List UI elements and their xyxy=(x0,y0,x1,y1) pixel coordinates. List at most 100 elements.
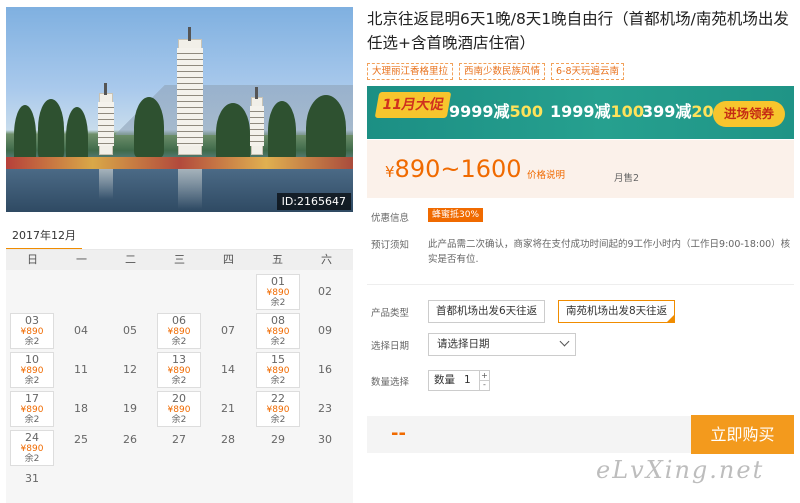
divider xyxy=(367,284,794,285)
day-price: ¥890 xyxy=(20,327,44,337)
deal-amount: 500 xyxy=(509,102,543,121)
calendar-day: 02 xyxy=(303,274,347,310)
get-coupon-button[interactable]: 进场领券 xyxy=(713,101,785,127)
calendar-day[interactable]: 01 ¥890 余2 xyxy=(256,274,300,310)
day-number: 30 xyxy=(318,433,332,446)
quantity-stepper[interactable]: 数量 1 + - xyxy=(428,370,490,391)
weekday-label: 日 xyxy=(27,253,38,266)
day-number: 28 xyxy=(221,433,235,446)
day-number: 08 xyxy=(271,314,285,327)
calendar-day[interactable]: 15 ¥890 余2 xyxy=(256,352,300,388)
promo-deal: 9999减500 xyxy=(449,100,543,124)
photo-flower-shore xyxy=(6,157,353,169)
deal-threshold: 399减 xyxy=(642,102,692,121)
promo-deal: 1999减100 xyxy=(550,100,644,124)
calendar-day: 29 xyxy=(256,422,300,458)
photo-reflection xyxy=(178,169,202,209)
promo-banner[interactable]: 11月大促 9999减500 1999减100 399减20 进场领券 xyxy=(367,86,794,139)
discount-label: 优惠信息 xyxy=(371,213,410,224)
day-number: 22 xyxy=(271,392,285,405)
photo-spire xyxy=(255,87,258,99)
product-title: 北京往返昆明6天1晚/8天1晚自由行（首都机场/南苑机场出发任选+含首晚酒店住宿… xyxy=(367,10,789,52)
buy-now-button[interactable]: 立即购买 xyxy=(691,415,794,454)
calendar-day[interactable]: 13 ¥890 余2 xyxy=(157,352,201,388)
calendar-day[interactable]: 10 ¥890 余2 xyxy=(10,352,54,388)
day-number: 05 xyxy=(123,324,137,337)
day-remaining: 余2 xyxy=(270,337,286,347)
product-tags: 大理丽江香格里拉 西南少数民族风情 6-8天玩遍云南 xyxy=(367,63,625,80)
product-type-option-nanyuan-8day[interactable]: 南苑机场出发8天往返 xyxy=(558,300,676,323)
calendar-day[interactable]: 17 ¥890 余2 xyxy=(10,391,54,427)
weekday-label: 三 xyxy=(174,253,185,266)
promo-badge: 11月大促 xyxy=(374,92,452,118)
calendar-weekday-header: 日 一 二 三 四 五 六 xyxy=(6,250,353,270)
day-number: 14 xyxy=(221,363,235,376)
day-number: 01 xyxy=(271,275,285,288)
deal-amount: 100 xyxy=(610,102,644,121)
day-number: 20 xyxy=(172,392,186,405)
deal-amount: 20 xyxy=(691,102,714,121)
weekday-label: 二 xyxy=(125,253,136,266)
day-number: 13 xyxy=(172,353,186,366)
product-tag: 西南少数民族风情 xyxy=(459,63,546,80)
day-number: 17 xyxy=(25,392,39,405)
calendar-day: 07 xyxy=(206,313,250,349)
day-number: 04 xyxy=(74,324,88,337)
photo-pagoda-left xyxy=(98,93,114,155)
honey-discount-badge: 蜂蜜抵30% xyxy=(428,208,484,222)
calendar-day: 11 xyxy=(59,352,103,388)
photo-tree xyxy=(216,103,250,163)
day-number: 12 xyxy=(123,363,137,376)
total-price: -- xyxy=(391,423,406,444)
notice-label: 预订须知 xyxy=(371,240,410,251)
calendar-day: 25 xyxy=(59,422,103,458)
calendar-day[interactable]: 08 ¥890 余2 xyxy=(256,313,300,349)
day-number: 26 xyxy=(123,433,137,446)
day-price: ¥890 xyxy=(167,327,191,337)
day-price: ¥890 xyxy=(20,366,44,376)
calendar-day[interactable]: 03 ¥890 余2 xyxy=(10,313,54,349)
calendar-day: 14 xyxy=(206,352,250,388)
calendar-day: 27 xyxy=(157,422,201,458)
photo-spire xyxy=(188,27,191,41)
booking-notice: 此产品需二次确认，商家将在支付成功时间起的9工作小时内（工作日9:00-18:0… xyxy=(428,239,791,265)
photo-tree xyxy=(38,99,64,159)
product-tag: 6-8天玩遍云南 xyxy=(551,63,625,80)
photo-reflection xyxy=(99,169,113,199)
day-number: 27 xyxy=(172,433,186,446)
decrement-icon[interactable]: - xyxy=(479,380,489,390)
product-type-label: 产品类型 xyxy=(371,308,410,319)
calendar-month-tab[interactable]: 2017年12月 xyxy=(6,226,82,250)
monthly-sales: 月售2 xyxy=(614,173,640,184)
calendar-day: 30 xyxy=(303,422,347,458)
day-number: 31 xyxy=(25,472,39,485)
calendar-day: 16 xyxy=(303,352,347,388)
product-type-option-nanyuan-6day[interactable]: 首都机场出发6天往返 xyxy=(428,300,546,323)
departure-calendar: 日 一 二 三 四 五 六 01 ¥890 余2 02 03 ¥890 余2 04 05… xyxy=(6,250,353,503)
day-remaining: 余2 xyxy=(270,298,286,308)
day-number: 15 xyxy=(271,353,285,366)
day-price: ¥890 xyxy=(266,288,290,298)
product-photo[interactable]: ID:2165647 xyxy=(6,7,353,212)
photo-id-label: ID:2165647 xyxy=(276,193,351,210)
product-page: ID:2165647 2017年12月 日 一 二 三 四 五 六 01 ¥890… xyxy=(0,0,800,503)
weekday-label: 一 xyxy=(76,253,87,266)
quantity-label: 数量选择 xyxy=(371,377,410,388)
price-value: 890~1600 xyxy=(394,155,522,183)
day-number: 25 xyxy=(74,433,88,446)
calendar-day[interactable]: 06 ¥890 余2 xyxy=(157,313,201,349)
day-number: 07 xyxy=(221,324,235,337)
day-price: ¥890 xyxy=(266,327,290,337)
quantity-inner-label: 数量 xyxy=(434,374,455,386)
day-remaining: 余2 xyxy=(24,415,40,425)
day-remaining: 余2 xyxy=(24,337,40,347)
day-number: 03 xyxy=(25,314,39,327)
day-price: ¥890 xyxy=(266,405,290,415)
deal-threshold: 9999减 xyxy=(449,102,510,121)
price-explanation-link[interactable]: 价格说明 xyxy=(527,167,565,181)
date-select[interactable]: 请选择日期 xyxy=(428,333,576,356)
quantity-value[interactable]: 1 xyxy=(464,371,471,390)
calendar-day: 05 xyxy=(108,313,152,349)
photo-spire xyxy=(104,83,107,95)
calendar-day: 04 xyxy=(59,313,103,349)
